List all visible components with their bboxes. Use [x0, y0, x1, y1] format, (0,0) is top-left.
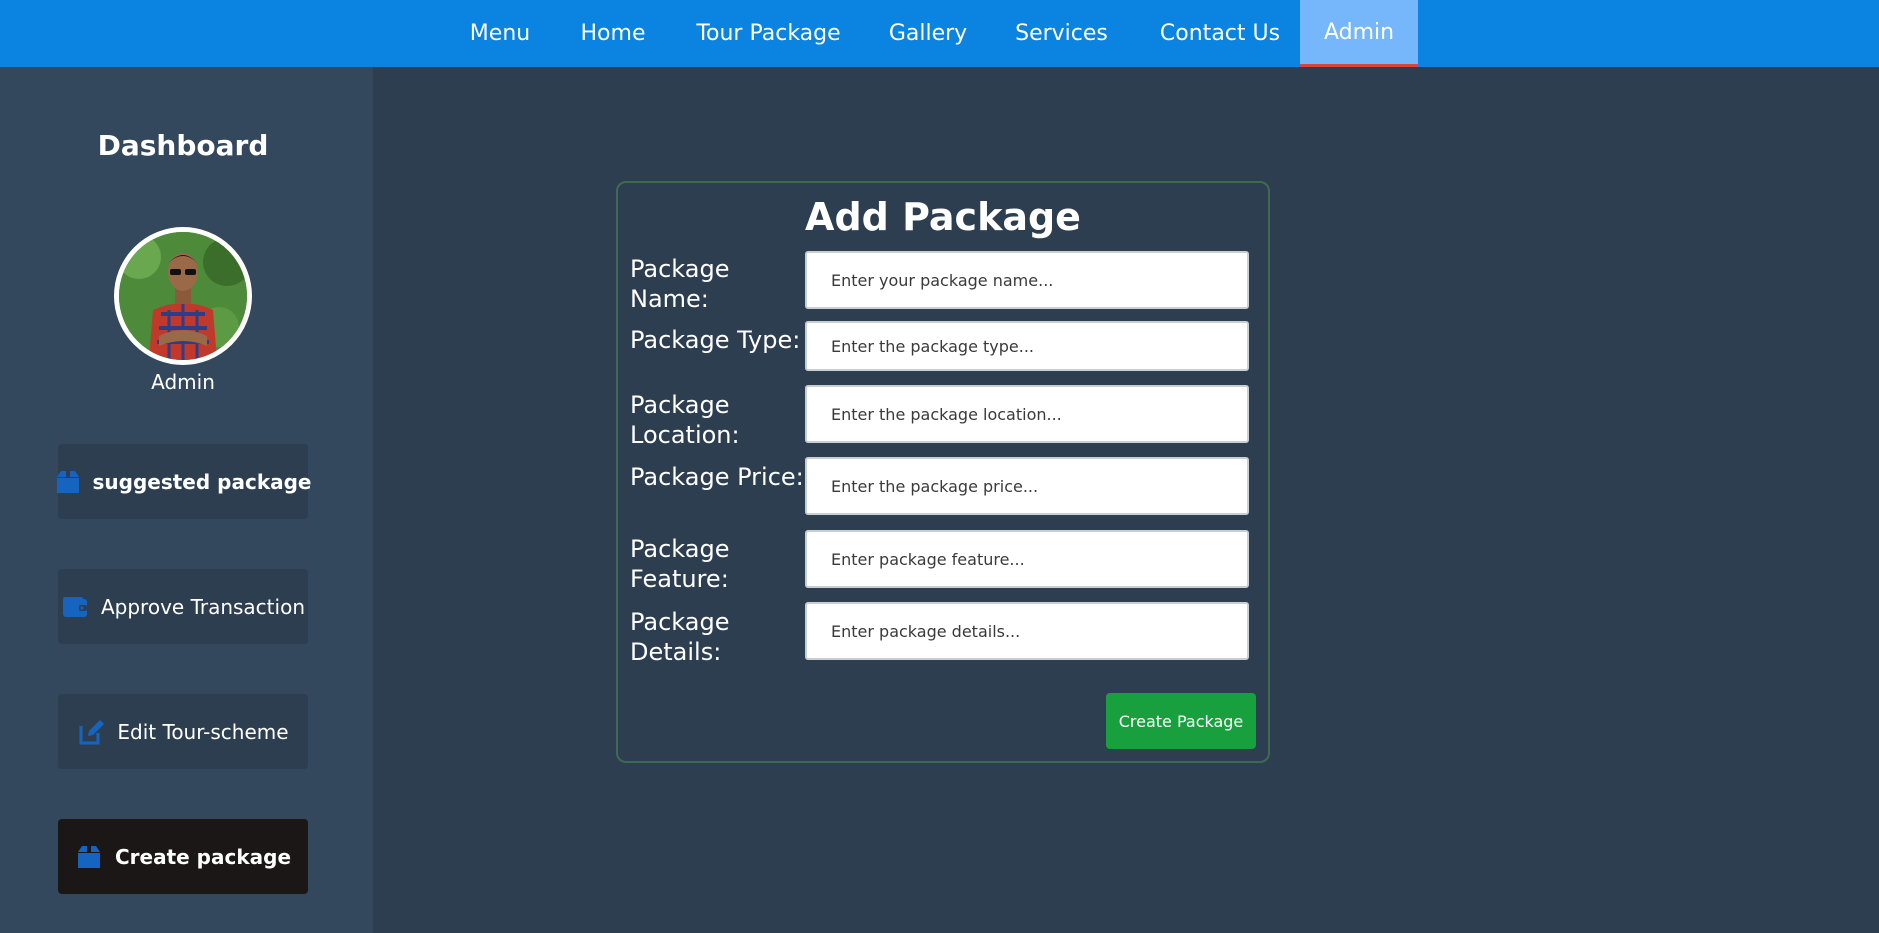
- nav-tour-package[interactable]: Tour Package: [676, 0, 861, 67]
- package-type-input[interactable]: [805, 321, 1249, 371]
- nav-contact-us[interactable]: Contact Us: [1138, 0, 1302, 67]
- approve-transaction-label: Approve Transaction: [100, 594, 305, 619]
- form-title: Add Package: [805, 195, 1081, 239]
- suggested-package-button[interactable]: suggested package: [55, 444, 312, 519]
- nav-services[interactable]: Services: [995, 0, 1128, 67]
- suggested-package-label: suggested package: [92, 469, 312, 494]
- create-package-submit-button[interactable]: Create Package: [1106, 693, 1256, 749]
- package-name-input[interactable]: [805, 251, 1249, 309]
- package-details-label: Package Details:: [630, 608, 730, 666]
- nav-home[interactable]: Home: [560, 0, 666, 67]
- package-name-label: Package Name:: [630, 255, 730, 313]
- top-navbar: Menu Home Tour Package Gallery Services …: [0, 0, 1879, 67]
- nav-admin[interactable]: Admin: [1300, 0, 1418, 67]
- edit-icon: [77, 718, 105, 746]
- package-price-input[interactable]: [805, 457, 1249, 515]
- create-package-label: Create package: [114, 844, 292, 869]
- add-package-form: Add Package Package Name: Package Type: …: [616, 181, 1270, 763]
- package-location-input[interactable]: [805, 385, 1249, 443]
- package-feature-input[interactable]: [805, 530, 1249, 588]
- package-type-label: Package Type:: [630, 326, 801, 354]
- package-price-label: Package Price:: [630, 463, 804, 491]
- sidebar-title: Dashboard: [97, 129, 269, 162]
- approve-transaction-button[interactable]: Approve Transaction: [58, 569, 308, 644]
- create-package-button[interactable]: Create package: [58, 819, 308, 894]
- sidebar: Dashboard Admin suggested package Approv…: [0, 67, 373, 933]
- wallet-icon: [61, 593, 89, 621]
- edit-tour-scheme-button[interactable]: Edit Tour-scheme: [58, 694, 308, 769]
- user-name: Admin: [151, 370, 215, 394]
- box-icon: [55, 468, 81, 496]
- edit-tour-scheme-label: Edit Tour-scheme: [117, 719, 289, 744]
- box-icon: [75, 843, 103, 871]
- avatar: [114, 227, 252, 365]
- nav-gallery[interactable]: Gallery: [871, 0, 985, 67]
- nav-menu[interactable]: Menu: [450, 0, 550, 67]
- avatar-photo: [119, 232, 247, 360]
- package-location-label: Package Location:: [630, 391, 740, 449]
- package-feature-label: Package Feature:: [630, 535, 730, 593]
- package-details-input[interactable]: [805, 602, 1249, 660]
